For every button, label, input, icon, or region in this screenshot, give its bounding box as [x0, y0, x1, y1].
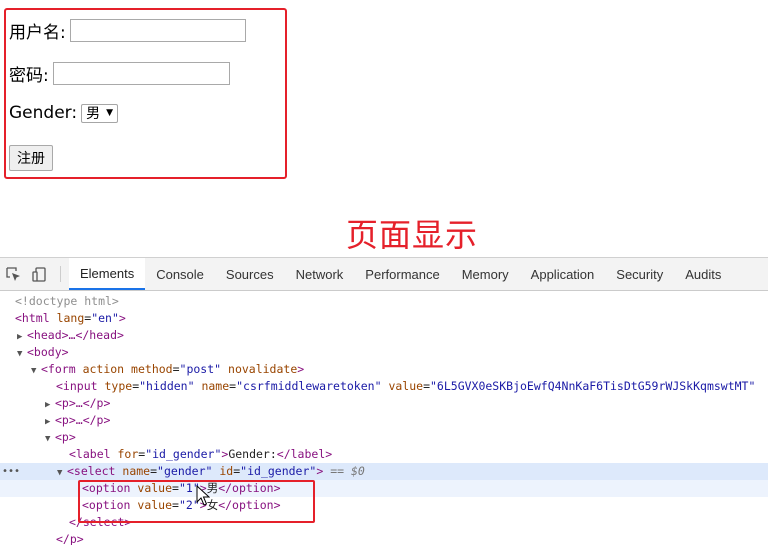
- dom-node-head[interactable]: ▶ <head>…</head>: [0, 327, 768, 344]
- selected-node-marker: == $0: [330, 464, 365, 478]
- select-tag: <select: [67, 464, 116, 478]
- dom-node-p-close[interactable]: </p>: [0, 531, 768, 545]
- password-input[interactable]: [52, 62, 230, 85]
- device-toolbar-icon[interactable]: [26, 258, 52, 290]
- dom-node-p[interactable]: ▶ <p>…</p>: [0, 412, 768, 429]
- select-name-attr: name: [122, 464, 151, 478]
- devtools-toolbar: Elements Console Sources Network Perform…: [0, 258, 768, 291]
- password-label: 密码:: [9, 66, 49, 86]
- page-display-caption: 页面显示: [345, 216, 478, 254]
- input-name-val: "csrfmiddlewaretoken": [236, 379, 382, 393]
- html-lang-val: "en": [91, 311, 119, 325]
- body-tag: <body>: [27, 345, 69, 359]
- label-text: Gender:: [228, 447, 277, 461]
- username-label: 用户名:: [9, 23, 66, 43]
- dom-node-select[interactable]: ••• ▼ <select name="gender" id="id_gender…: [0, 463, 768, 480]
- gender-select[interactable]: 男 ▼: [81, 103, 118, 123]
- dropdown-arrow-icon: ▼: [106, 108, 113, 118]
- password-row: 密码:: [9, 61, 230, 86]
- p-open-tag: <p>: [55, 430, 76, 444]
- tab-security[interactable]: Security: [605, 258, 674, 290]
- input-tag: <input: [56, 379, 98, 393]
- input-type-attr: type: [104, 379, 133, 393]
- select-id-val: "id_gender": [240, 464, 317, 478]
- form-method-attr: method: [131, 362, 173, 376]
- dom-node-input[interactable]: <input type="hidden" name="csrfmiddlewar…: [0, 378, 768, 395]
- p-tag: <p>…</p>: [55, 413, 111, 427]
- dom-node-html[interactable]: <html lang="en">: [0, 310, 768, 327]
- p-tag: <p>…</p>: [55, 396, 111, 410]
- dom-node-form[interactable]: ▼ <form action method="post" novalidate>: [0, 361, 768, 378]
- tab-elements[interactable]: Elements: [69, 258, 146, 290]
- dom-node-doctype[interactable]: <!doctype html>: [0, 293, 768, 310]
- html-lang-attr: lang: [56, 311, 85, 325]
- gender-select-value: 男: [86, 106, 101, 122]
- head-tag: <head>…</head>: [27, 328, 124, 342]
- input-value-attr: value: [388, 379, 424, 393]
- p-close-tag: </p>: [56, 532, 84, 545]
- tab-audits[interactable]: Audits: [674, 258, 732, 290]
- inspect-element-icon[interactable]: [0, 258, 26, 290]
- doctype-text: <!doctype html>: [15, 294, 119, 308]
- username-row: 用户名:: [9, 18, 246, 43]
- label-for-attr: for: [117, 447, 139, 461]
- form-action-attr: action: [82, 362, 125, 376]
- input-name-attr: name: [201, 379, 230, 393]
- select-id-attr: id: [219, 464, 234, 478]
- input-type-val: "hidden": [139, 379, 195, 393]
- tab-network[interactable]: Network: [285, 258, 355, 290]
- tab-performance[interactable]: Performance: [354, 258, 450, 290]
- html-tag: <html: [15, 311, 50, 325]
- mouse-cursor-icon: [196, 485, 210, 506]
- dom-node-p-open[interactable]: ▼ <p>: [0, 429, 768, 446]
- form-novalidate-attr: novalidate: [228, 362, 298, 376]
- gender-label: Gender:: [9, 103, 78, 123]
- dom-node-p[interactable]: ▶ <p>…</p>: [0, 395, 768, 412]
- label-for-val: "id_gender": [145, 447, 222, 461]
- register-button[interactable]: 注册: [9, 145, 53, 171]
- input-value-val: "6L5GVX0eSKBjoEwfQ4NnKaF6TisDtG59rWJSkKq…: [430, 379, 756, 393]
- form-method-val: "post": [179, 362, 222, 376]
- dom-node-body[interactable]: ▼ <body>: [0, 344, 768, 361]
- more-options-icon[interactable]: •••: [2, 463, 20, 480]
- gender-row: Gender: 男 ▼: [9, 103, 118, 123]
- toolbar-divider: [60, 266, 61, 282]
- tab-console[interactable]: Console: [145, 258, 215, 290]
- form-tag: <form: [41, 362, 76, 376]
- select-name-val: "gender": [157, 464, 213, 478]
- dom-node-label[interactable]: <label for="id_gender">Gender:</label>: [0, 446, 768, 463]
- username-input[interactable]: [69, 19, 246, 42]
- tab-sources[interactable]: Sources: [215, 258, 285, 290]
- label-close-tag: </label>: [276, 447, 333, 461]
- label-tag: <label: [69, 447, 111, 461]
- tab-application[interactable]: Application: [520, 258, 606, 290]
- tab-memory[interactable]: Memory: [451, 258, 520, 290]
